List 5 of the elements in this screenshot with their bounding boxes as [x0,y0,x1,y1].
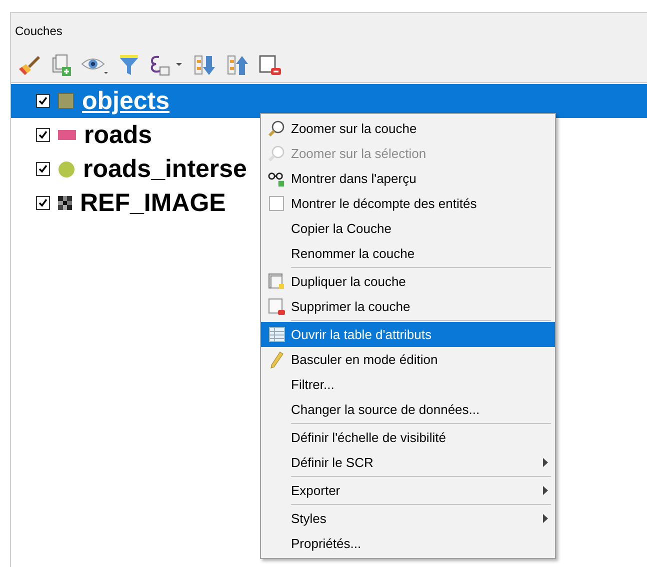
panel-title: Couches [14,23,64,40]
layer-name: roads_interse [83,154,247,184]
layer-name: objects [82,86,170,116]
layer-name: REF_IMAGE [80,188,226,218]
layer-name: roads [84,120,152,150]
